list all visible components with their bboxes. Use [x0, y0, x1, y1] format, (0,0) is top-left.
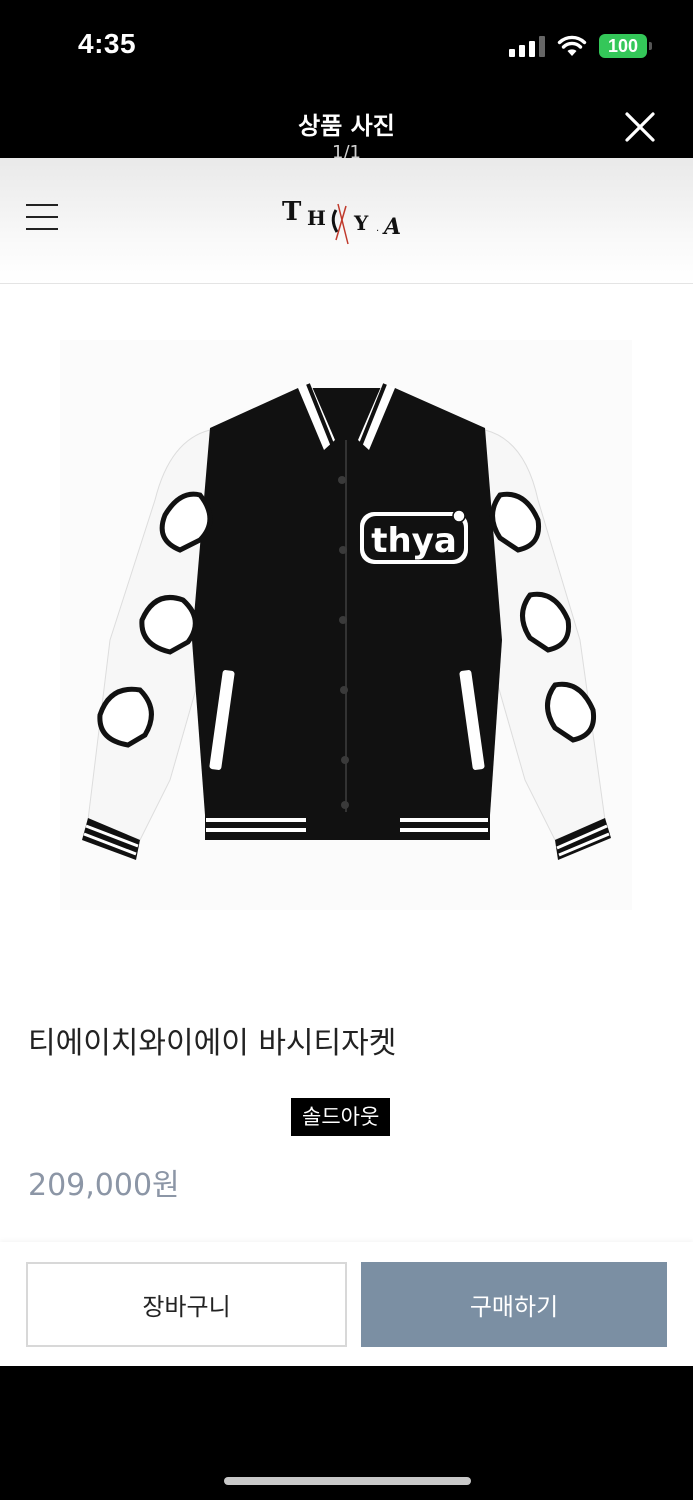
product-price: 209,000원: [28, 1168, 180, 1203]
battery-icon: 100: [599, 34, 652, 58]
add-to-cart-button[interactable]: 장바구니: [26, 1262, 347, 1347]
status-time: 4:35: [78, 28, 137, 59]
status-icons: 100: [509, 34, 652, 58]
wifi-icon: [557, 35, 587, 56]
signal-icon: [509, 35, 545, 57]
varsity-jacket-image[interactable]: thya: [60, 340, 632, 910]
svg-text:A: A: [382, 214, 401, 240]
close-icon[interactable]: [623, 110, 657, 144]
brand-logo[interactable]: T H Y . A: [280, 192, 420, 248]
hamburger-menu-icon[interactable]: [26, 204, 58, 232]
soldout-badge: 솔드아웃: [291, 1098, 391, 1136]
modal-title: 상품 사진: [298, 112, 395, 140]
product-name: 티에이치와이에이 바시티자켓: [28, 1026, 397, 1061]
svg-text:T: T: [282, 197, 302, 227]
svg-text:Y: Y: [353, 211, 369, 235]
site-header: T H Y . A: [0, 158, 693, 284]
modal-header: 상품 사진 1/1: [0, 92, 693, 163]
chest-logo-text: thya: [371, 521, 457, 561]
svg-text:.: .: [376, 223, 379, 234]
svg-text:H: H: [307, 206, 326, 230]
product-page: T H Y . A thya 티에이치와이에이 바시티자켓 솔드아웃 209,0…: [0, 158, 693, 1366]
buy-now-button[interactable]: 구매하기: [361, 1262, 667, 1347]
home-indicator[interactable]: [224, 1477, 471, 1485]
battery-level: 100: [607, 35, 639, 56]
action-bar: 장바구니 구매하기: [0, 1242, 693, 1366]
status-bar: 4:35 100: [0, 0, 693, 92]
